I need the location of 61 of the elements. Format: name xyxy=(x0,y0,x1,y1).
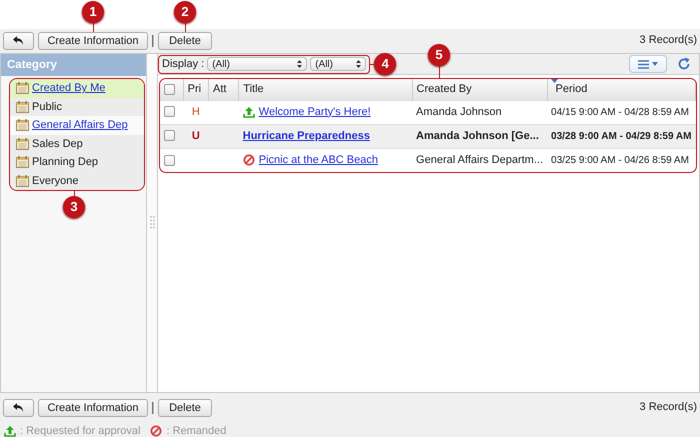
column-header[interactable]: Pri xyxy=(183,79,209,100)
legend-text: : Requested for approval xyxy=(20,424,140,437)
period-cell: 03/28 9:00 AM - 04/29 8:59 AM xyxy=(551,130,692,142)
period-cell: 03/25 9:00 AM - 04/26 8:59 AM xyxy=(551,155,689,166)
separator-icon xyxy=(152,34,154,46)
upload-arrow-icon xyxy=(242,106,255,118)
prohibited-icon xyxy=(242,154,255,166)
filter-select[interactable]: (All) xyxy=(310,57,366,71)
refresh-icon[interactable] xyxy=(677,57,691,71)
back-arrow-icon xyxy=(13,36,24,45)
prohibited-icon xyxy=(150,425,162,437)
back-button[interactable] xyxy=(3,398,34,416)
updown-caret-icon xyxy=(297,60,302,68)
separator-icon xyxy=(152,402,154,414)
category-item[interactable]: Sales Dep xyxy=(10,134,144,153)
title-link[interactable]: Picnic at the ABC Beach xyxy=(258,152,378,168)
back-arrow-icon xyxy=(13,403,24,412)
priority-cell: U xyxy=(192,130,200,142)
legend-text: : Remanded xyxy=(166,424,226,437)
notebook-icon xyxy=(16,82,29,94)
notebook-icon xyxy=(16,100,29,113)
resize-handle-icon[interactable] xyxy=(150,216,154,230)
notebook-icon xyxy=(16,119,29,132)
caret-icon xyxy=(652,62,658,66)
delete-button[interactable]: Delete xyxy=(158,32,212,50)
title-link[interactable]: Welcome Party's Here! xyxy=(258,104,371,120)
callout-marker: 5 xyxy=(428,44,450,66)
updown-caret-icon xyxy=(356,60,362,68)
period-cell: 04/15 9:00 AM - 04/28 8:59 AM xyxy=(551,106,689,118)
list-icon xyxy=(638,60,649,68)
row-checkbox[interactable] xyxy=(164,106,175,118)
column-header[interactable]: Title xyxy=(238,79,412,100)
category-item[interactable]: Everyone xyxy=(10,172,144,190)
record-count: 3 Record(s) xyxy=(640,33,697,48)
notebook-icon xyxy=(16,156,29,168)
category-item[interactable]: Public xyxy=(10,98,144,116)
created-by-cell: Amanda Johnson xyxy=(416,106,502,118)
view-menu-button[interactable] xyxy=(629,55,667,73)
delete-button[interactable]: Delete xyxy=(158,398,212,416)
create-information-button[interactable]: Create Information xyxy=(38,32,148,50)
back-button[interactable] xyxy=(3,32,34,50)
column-header[interactable]: Att xyxy=(208,79,239,100)
created-by-cell: General Affairs Departm... xyxy=(416,154,544,166)
priority-cell: H xyxy=(192,106,200,118)
row-checkbox[interactable] xyxy=(164,130,175,142)
select-all-checkbox[interactable] xyxy=(164,84,175,95)
notebook-icon xyxy=(16,138,29,150)
filter-select[interactable]: (All) xyxy=(207,57,308,71)
record-count: 3 Record(s) xyxy=(640,400,697,416)
created-by-cell: Amanda Johnson [Ge... xyxy=(416,130,539,142)
notebook-icon xyxy=(16,174,29,187)
display-label: Display : xyxy=(162,56,204,72)
category-item[interactable]: Planning Dep xyxy=(10,153,144,172)
create-information-button[interactable]: Create Information xyxy=(38,398,148,416)
column-header[interactable]: Period xyxy=(547,79,696,100)
upload-arrow-icon xyxy=(4,425,16,437)
category-header: Category xyxy=(1,54,146,76)
category-item[interactable]: Created By Me xyxy=(10,79,144,98)
row-checkbox[interactable] xyxy=(164,154,175,166)
column-header[interactable]: Created By xyxy=(412,79,548,100)
sort-indicator-icon xyxy=(550,79,558,83)
